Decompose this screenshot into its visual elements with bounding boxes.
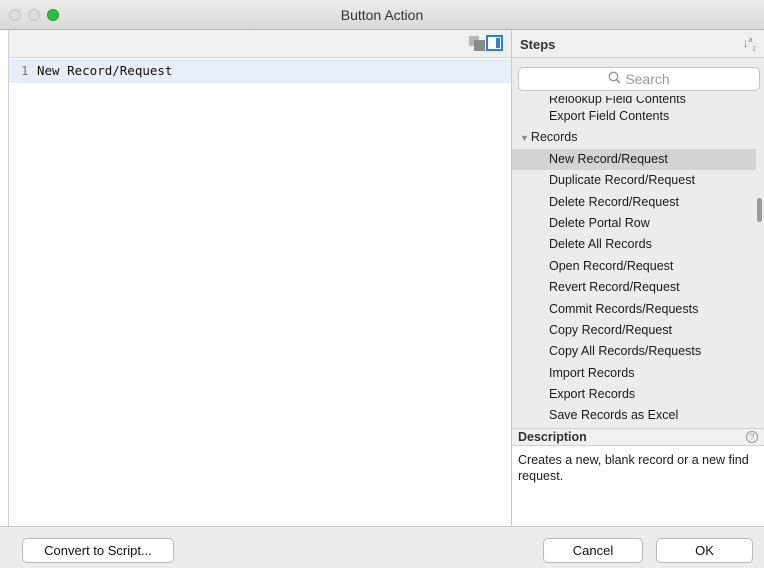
dialog-footer: Convert to Script... Cancel OK [0, 526, 764, 568]
steps-title: Steps [520, 37, 556, 52]
steps-header: Steps ↓az [512, 30, 764, 58]
line-number: 1 [21, 63, 29, 78]
description-title: Description [518, 430, 587, 444]
search-input[interactable]: Search [518, 67, 760, 91]
list-item[interactable]: Delete Portal Row [512, 213, 756, 234]
stacked-view-icon[interactable] [469, 36, 485, 51]
description-header: Description ? [512, 428, 764, 446]
steps-panel: Search Relookup Field Contents Export Fi… [512, 58, 764, 428]
list-item[interactable]: Commit Records/Requests [512, 299, 756, 320]
search-placeholder: Search [625, 71, 670, 87]
script-editor[interactable]: 1 New Record/Request [8, 58, 512, 526]
search-icon [608, 68, 621, 90]
list-item[interactable]: Import Records [512, 363, 756, 384]
disclosure-triangle-icon[interactable]: ▼ [520, 133, 529, 143]
list-item[interactable]: Open Record/Request [512, 256, 756, 277]
sort-az-icon[interactable]: ↓az [743, 36, 756, 52]
list-item[interactable]: Export Field Contents [512, 106, 756, 127]
sidebar-view-icon[interactable] [486, 35, 503, 51]
window-title: Button Action [340, 7, 424, 23]
convert-to-script-button[interactable]: Convert to Script... [22, 538, 174, 563]
ok-button[interactable]: OK [656, 538, 753, 563]
list-item[interactable]: Delete All Records [512, 234, 756, 255]
title-bar: Button Action [0, 0, 764, 30]
steps-list: Relookup Field Contents Export Field Con… [512, 96, 756, 427]
script-line[interactable]: 1 New Record/Request [9, 59, 512, 83]
list-item[interactable]: Relookup Field Contents [512, 96, 756, 106]
script-step-text: New Record/Request [37, 63, 173, 78]
list-item[interactable]: Copy All Records/Requests [512, 341, 756, 362]
cancel-button[interactable]: Cancel [543, 538, 643, 563]
list-item[interactable]: Copy Record/Request [512, 320, 756, 341]
list-item[interactable]: Duplicate Record/Request [512, 170, 756, 191]
steps-scrollbar[interactable] [757, 198, 762, 222]
help-icon[interactable]: ? [746, 431, 758, 443]
description-text: Creates a new, blank record or a new fin… [512, 446, 764, 526]
category-records[interactable]: ▼ Records [512, 127, 756, 148]
list-item[interactable]: Export Records [512, 384, 756, 405]
list-item[interactable]: Save Records as Excel [512, 405, 756, 426]
list-item[interactable]: Delete Record/Request [512, 192, 756, 213]
editor-toolbar [8, 30, 511, 58]
list-item-selected[interactable]: New Record/Request [512, 148, 756, 171]
list-item[interactable]: Revert Record/Request [512, 277, 756, 298]
